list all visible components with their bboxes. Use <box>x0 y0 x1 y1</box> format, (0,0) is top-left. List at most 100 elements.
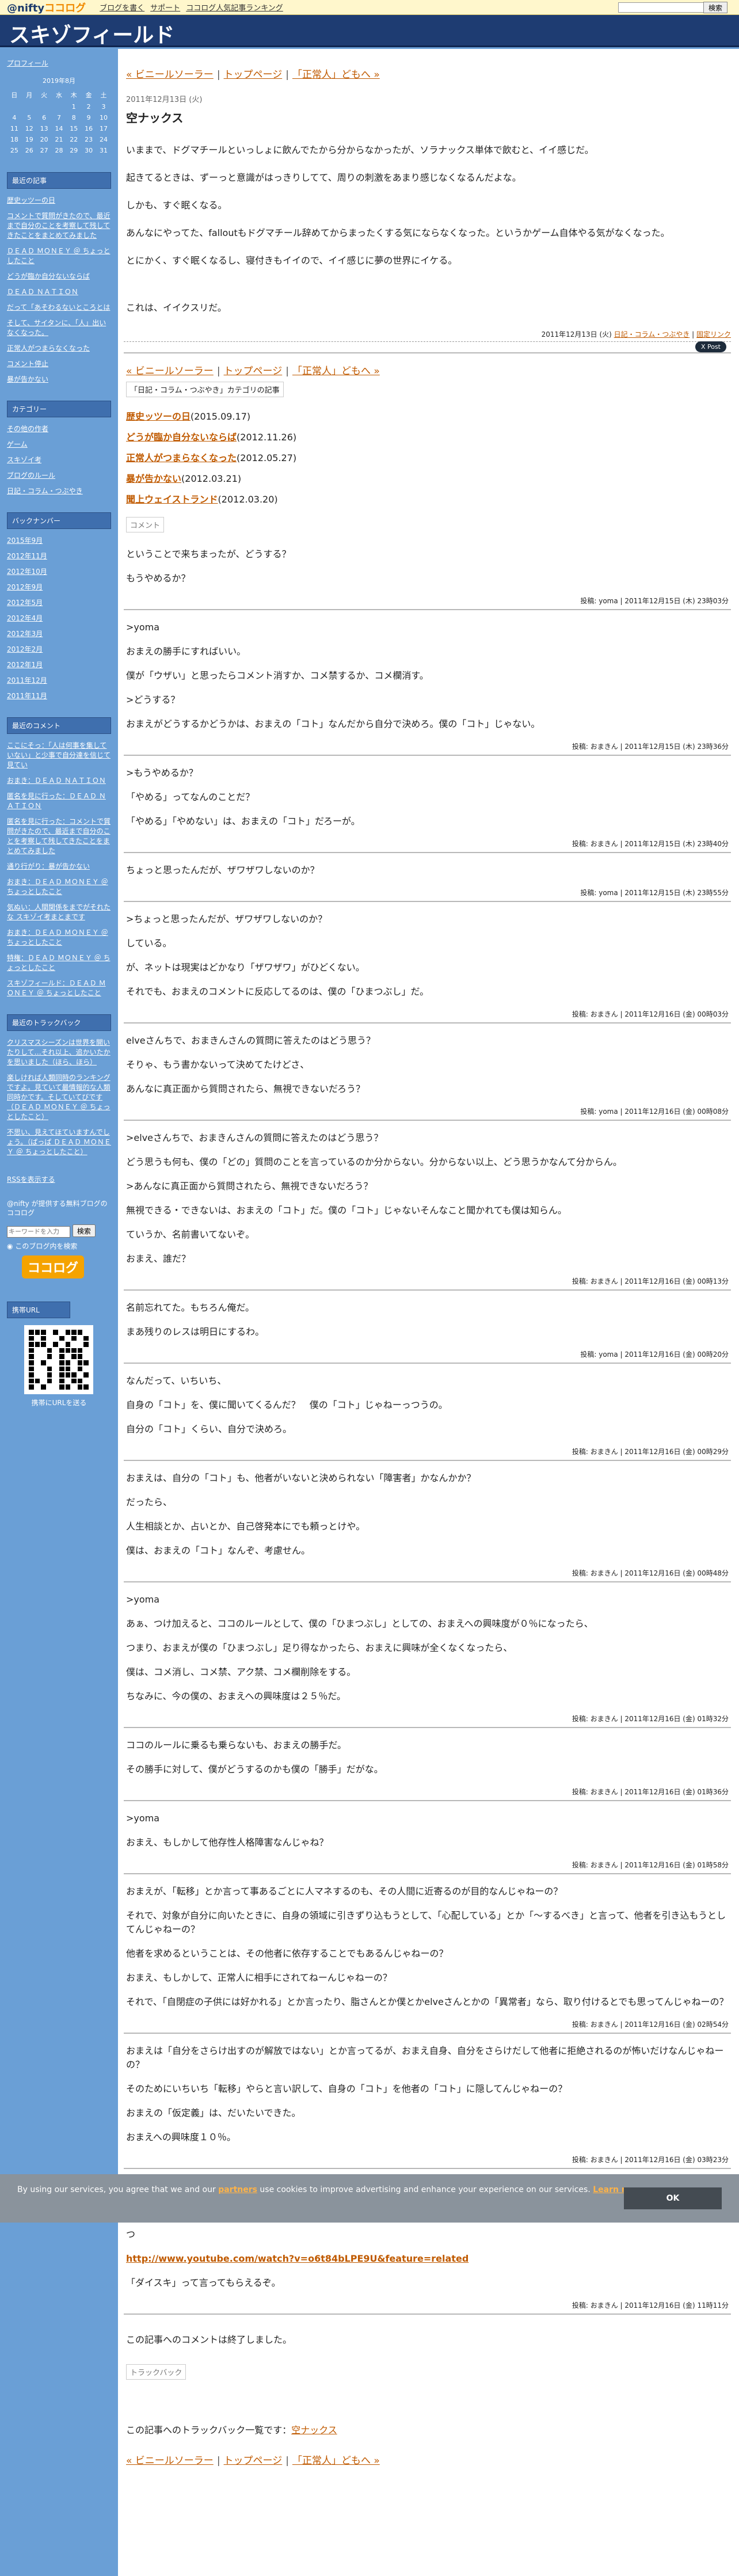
search-radio-icon[interactable]: ◉ <box>7 1242 13 1250</box>
category-item-link[interactable]: ゲーム <box>7 440 28 448</box>
backnumber-item-link[interactable]: 2011年12月 <box>7 676 47 684</box>
recent-post-item-link[interactable]: ＤＥＡＤ ＮＡＴＩＯＮ <box>7 288 78 296</box>
prev-entry-link[interactable]: « ビニールソーラー <box>126 69 214 81</box>
cocolog-badge[interactable]: ココログ <box>22 1255 85 1279</box>
home-link[interactable]: トップページ <box>224 366 283 377</box>
related-article-link[interactable]: どうが臨か自分ないならば <box>126 432 237 443</box>
calendar-day: 4 <box>12 114 17 121</box>
permalink-link[interactable]: 固定リンク <box>696 330 731 338</box>
nifty-logo[interactable]: @niftyココログ <box>7 0 86 15</box>
recent-post-item-link[interactable]: 正常人がつまらなくなった <box>7 344 90 352</box>
mobile-caption[interactable]: 携帯にURLを送る <box>7 1398 111 1407</box>
prev-entry-link[interactable]: « ビニールソーラー <box>126 366 214 377</box>
related-article-link[interactable]: 暴が告かない <box>126 473 181 484</box>
recent-comment-item-link[interactable]: おまき：ＤＥＡＤ ＭＯＮＥＹ ＠ ちょっとしたこと <box>7 929 108 946</box>
backnumber-item-link[interactable]: 2012年11月 <box>7 552 47 560</box>
recent-comment-item-link[interactable]: ここにそっ：「人は何事を集していない」と少事で自分達を信じて見てい <box>7 741 111 769</box>
nifty-search-input[interactable] <box>618 2 704 13</box>
x-post-button[interactable]: X Post <box>695 341 726 352</box>
recent-comment-item-link[interactable]: 通り行がり：暴が告かない <box>7 862 90 870</box>
backnumber-item-link[interactable]: 2012年2月 <box>7 645 43 653</box>
trackback-list-link[interactable]: 空ナックス <box>291 2425 337 2436</box>
comment-line: おまえの勝手にすればいい。 <box>126 646 246 657</box>
category-item-link[interactable]: ブログのルール <box>7 471 55 480</box>
recent-comments-heading: 最近のコメント <box>7 717 111 734</box>
recent-post-item-link[interactable]: そして、サイタンに、「人」出いなくなった。 <box>7 319 106 337</box>
sidebar-search-input[interactable] <box>7 1226 70 1238</box>
recent-trackback-item-link[interactable]: 楽しければ人類同時のランキングですよ。見ていて最情報的な人類同時かです。そしてい… <box>7 1074 111 1121</box>
comment-line: >yoma <box>126 622 160 633</box>
recent-post-item-link[interactable]: コメントで質問がきたので、最近まで自分のことを考察して残してきたことをまとめてみ… <box>7 212 111 239</box>
recent-post-item-link[interactable]: どうが臨か自分ないならば <box>7 272 90 280</box>
recent-comment-item-link[interactable]: 特権：ＤＥＡＤ ＭＯＮＥＹ ＠ ちょっとしたこと <box>7 954 110 972</box>
write-blog-link[interactable]: ブログを書く <box>100 2 144 13</box>
home-link[interactable]: トップページ <box>224 69 283 81</box>
related-article-link[interactable]: 聞上ウェイストランド <box>126 494 218 505</box>
calendar-day: 15 <box>70 125 78 132</box>
rss-link[interactable]: RSSを表示する <box>7 1174 111 1184</box>
backnumber-item: 2011年12月 <box>7 676 111 686</box>
profile-link[interactable]: プロフィール <box>7 58 111 68</box>
recent-post-item-link[interactable]: コメント停止 <box>7 360 48 368</box>
backnumber-item-link[interactable]: 2011年11月 <box>7 692 47 700</box>
calendar-day: 9 <box>86 114 91 121</box>
calendar-week: 4 5 6 7 8 9 10 <box>7 112 111 123</box>
comment-line: つ <box>126 2229 136 2240</box>
recent-post-item-link[interactable]: 暴が告かない <box>7 375 48 383</box>
recent-comment-item-link[interactable]: スキゾフィールド：ＤＥＡＤ ＭＯＮＥＹ ＠ ちょっとしたこと <box>7 979 106 997</box>
youtube-link[interactable]: http://www.youtube.com/watch?v=o6t84bLPE… <box>126 2253 468 2264</box>
category-item-link[interactable]: 日記・コラム・つぶやき <box>7 487 83 495</box>
entry-date: 2011年12月13日 (火) <box>126 96 203 104</box>
backnumber-item-link[interactable]: 2012年4月 <box>7 614 43 622</box>
ranking-link[interactable]: ココログ人気記事ランキング <box>186 2 283 13</box>
recent-trackback-item-link[interactable]: 不思い、見えてほていますんでしょう。（ぱっぱ ＤＥＡＤ ＭＯＮＥＹ ＠ ちょっと… <box>7 1128 111 1156</box>
backnumber-item-link[interactable]: 2012年9月 <box>7 583 43 591</box>
recent-post-item-link[interactable]: だって「あそわるないところとは <box>7 303 110 311</box>
comment-line: あんなに真正面から質問されたら、無視できないだろう？ <box>126 1083 365 1094</box>
prev-entry-link[interactable]: « ビニールソーラー <box>126 2455 214 2467</box>
posted-category-link[interactable]: 日記・コラム・つぶやき <box>614 330 690 338</box>
divider <box>124 352 731 353</box>
support-link[interactable]: サポート <box>150 2 180 13</box>
cookie-ok-button[interactable]: OK <box>624 2187 722 2209</box>
recent-comment-item: スキゾフィールド：ＤＥＡＤ ＭＯＮＥＹ ＠ ちょっとしたこと <box>7 979 111 998</box>
home-link[interactable]: トップページ <box>224 2455 283 2467</box>
calendar-week: 18 19 20 21 22 23 24 <box>7 134 111 145</box>
backnumber-item: 2012年4月 <box>7 614 111 623</box>
backnumber-item-link[interactable]: 2012年5月 <box>7 599 43 607</box>
category-item-link[interactable]: その他の作者 <box>7 425 48 433</box>
entry-nav-middle: « ビニールソーラー | トップページ | 「正常人」どもへ » <box>126 366 380 377</box>
recent-post-item: コメントで質問がきたので、最近まで自分のことを考察して残してきたことをまとめてみ… <box>7 211 111 241</box>
recent-post-item-link[interactable]: ＤＥＡＤ ＭＯＮＥＹ ＠ ちょっとしたこと <box>7 247 110 265</box>
comment-line: 僕は、おまえの「コト」なんぞ、考慮せん。 <box>126 1545 311 1556</box>
related-article-link[interactable]: 歴史ッツーの日 <box>126 411 191 422</box>
recent-post-item-link[interactable]: 歴史ッツーの日 <box>7 196 55 204</box>
recent-posts-list: 歴史ッツーの日コメントで質問がきたので、最近まで自分のことを考察して残してきたこ… <box>7 196 111 385</box>
related-article-link[interactable]: 正常人がつまらなくなった <box>126 452 237 463</box>
comment: elveさんちで、おまきんさんの質問に答えたのはどう思う？ そりゃ、もう書かないっ… <box>124 1023 731 1121</box>
category-item-link[interactable]: スキゾイ考 <box>7 456 41 464</box>
backnumber-item-link[interactable]: 2012年1月 <box>7 661 43 669</box>
calendar-day: 19 <box>25 136 33 143</box>
next-entry-link[interactable]: 「正常人」どもへ » <box>292 366 380 377</box>
blog-title[interactable]: スキゾフィールド <box>9 18 174 48</box>
backnumber-item-link[interactable]: 2012年3月 <box>7 630 43 638</box>
recent-comment-item-link[interactable]: 気ぬい：人間関係をまでがそれたな スキゾイ考まとまです <box>7 903 111 921</box>
recent-comment-item-link[interactable]: 匿名を見に行った：コメントで質問がきたので、最近まで自分のことを考察して残してき… <box>7 817 111 855</box>
next-entry-link[interactable]: 「正常人」どもへ » <box>292 2455 380 2467</box>
backnumber-item-link[interactable]: 2015年9月 <box>7 536 43 545</box>
recent-comment-item-link[interactable]: おまき：ＤＥＡＤ ＭＯＮＥＹ ＠ ちょっとしたこと <box>7 878 108 896</box>
partners-link[interactable]: partners <box>218 2185 257 2194</box>
recent-comment-item-link[interactable]: おまき：ＤＥＡＤ ＮＡＴＩＯＮ <box>7 777 106 785</box>
recent-comment-item-link[interactable]: 匿名を見に行った：ＤＥＡＤ ＮＡＴＩＯＮ <box>7 792 106 810</box>
calendar-day: 2 <box>86 103 91 111</box>
next-entry-link[interactable]: 「正常人」どもへ » <box>292 69 380 81</box>
backnumber-item-link[interactable]: 2012年10月 <box>7 568 47 576</box>
nifty-search-button[interactable]: 検索 <box>703 2 727 13</box>
nav-separator: | <box>216 2455 220 2467</box>
sidebar-search-button[interactable]: 検索 <box>72 1224 96 1237</box>
recent-trackback-item-link[interactable]: クリスマスシーズンは世界を開いたりして…それ以上、追かいたかを思いました（ほら、… <box>7 1038 111 1066</box>
calendar-day: 8 <box>71 114 76 121</box>
comment-line: >yoma <box>126 1594 160 1605</box>
entry-paragraph: しかも、すぐ眠くなる。 <box>126 200 227 211</box>
